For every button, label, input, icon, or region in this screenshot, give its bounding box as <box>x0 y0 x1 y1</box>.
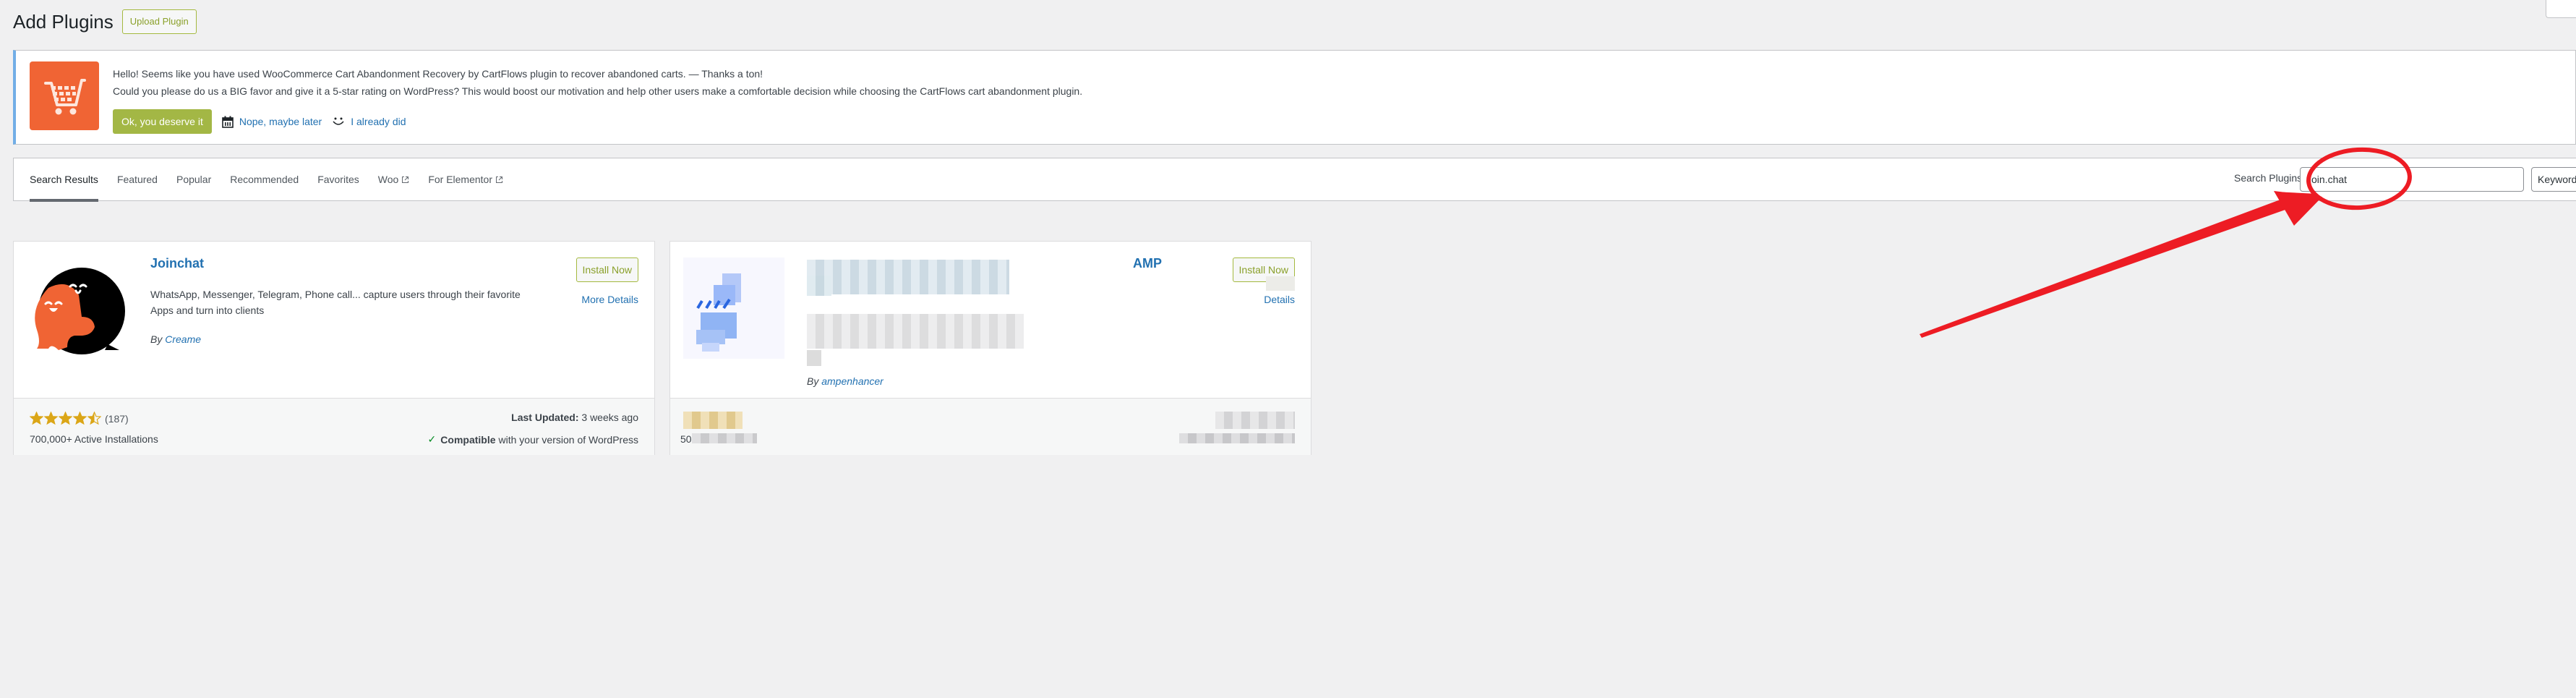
author-link[interactable]: Creame <box>165 333 201 345</box>
blurred-rating <box>683 412 743 429</box>
more-details-link[interactable]: More Details <box>581 294 638 305</box>
num-ratings[interactable]: (187) <box>105 413 129 425</box>
annotation-arrow <box>1920 192 2317 338</box>
already-did-label: I already did <box>351 116 406 127</box>
page-header: Add Plugins Upload Plugin <box>13 9 197 35</box>
blurred-name-fragment <box>807 276 831 296</box>
tab-label: Woo <box>377 174 399 185</box>
ok-deserve-it-button[interactable]: Ok, you deserve it <box>113 109 212 134</box>
plugin-description: WhatsApp, Messenger, Telegram, Phone cal… <box>150 289 521 316</box>
by-label: By <box>807 375 819 387</box>
star-full-icon <box>73 412 87 425</box>
checkmark-icon: ✓ <box>427 433 437 445</box>
calendar-icon <box>222 116 234 128</box>
plugin-filter-bar: Search Results Featured Popular Recommen… <box>13 158 2576 202</box>
last-updated-label: Last Updated: <box>511 412 579 423</box>
tab-for-elementor[interactable]: For Elementor <box>428 158 503 200</box>
blurred-plugin-name[interactable] <box>807 260 1009 294</box>
tab-label: For Elementor <box>428 174 493 185</box>
blurred-description <box>807 314 1024 349</box>
review-notice: Hello! Seems like you have used WooComme… <box>13 50 2576 145</box>
plugin-name-link[interactable]: Joinchat <box>150 256 204 271</box>
compatibility: ✓ Compatible with your version of WordPr… <box>428 433 638 446</box>
blurred-compat <box>1179 433 1295 443</box>
tab-search-results[interactable]: Search Results <box>30 158 98 202</box>
tab-popular[interactable]: Popular <box>176 158 211 200</box>
blurred-installs <box>692 433 757 443</box>
star-full-icon <box>44 412 58 425</box>
star-half-icon <box>87 412 101 425</box>
tab-label: Recommended <box>230 174 299 185</box>
tab-recommended[interactable]: Recommended <box>230 158 299 200</box>
external-link-icon <box>401 176 409 184</box>
filter-tabs: Search Results Featured Popular Recommen… <box>30 158 522 202</box>
tab-label: Featured <box>116 174 158 185</box>
installs-fragment: 50 <box>680 433 692 445</box>
plugin-card-bottom: 50 <box>670 398 1311 455</box>
tab-woo[interactable]: Woo <box>378 158 410 200</box>
author-link[interactable]: ampenhancer <box>821 375 883 387</box>
tab-favorites[interactable]: Favorites <box>317 158 359 200</box>
star-full-icon <box>59 412 72 425</box>
plugin-card-joinchat: Joinchat WhatsApp, Messenger, Telegram, … <box>13 241 655 455</box>
search-type-select[interactable]: Keyword <box>2531 167 2576 192</box>
stars <box>30 412 102 425</box>
screen-options-tab[interactable] <box>2546 0 2576 18</box>
more-details-link[interactable]: Details <box>1264 294 1295 305</box>
cartflows-logo <box>30 61 99 130</box>
by-label: By <box>150 333 163 345</box>
tab-label: Popular <box>176 174 212 185</box>
plugin-author: By ampenhancer <box>807 375 883 387</box>
maybe-later-link[interactable]: Nope, maybe later <box>222 116 322 128</box>
plugin-card-blurred: AMP By ampenhancer Install Now Details 5… <box>669 241 1311 455</box>
plugin-card-top: AMP By ampenhancer Install Now Details <box>670 242 1311 398</box>
star-full-icon <box>30 412 43 425</box>
last-updated-value: 3 weeks ago <box>581 412 638 423</box>
blurred-last-updated <box>1215 412 1295 429</box>
plugin-card-bottom: (187) 700,000+ Active Installations Last… <box>14 398 654 455</box>
compat-strong: Compatible <box>440 433 496 446</box>
compat-rest: with your version of WordPress <box>498 433 638 446</box>
plugin-icon-blurred[interactable] <box>683 258 784 359</box>
tab-label: Search Results <box>30 174 98 185</box>
notice-line-2: Could you please do us a BIG favor and g… <box>113 85 1083 97</box>
upload-plugin-button[interactable]: Upload Plugin <box>121 9 197 34</box>
install-now-button[interactable]: Install Now <box>575 258 638 282</box>
page-title: Add Plugins <box>13 11 114 33</box>
already-did-link[interactable]: I already did <box>332 116 406 127</box>
external-link-icon <box>495 176 503 184</box>
notice-actions: Ok, you deserve it Nope, maybe later I a… <box>113 109 406 134</box>
active-installs: 700,000+ Active Installations <box>30 433 158 445</box>
notice-line-1: Hello! Seems like you have used WooComme… <box>113 68 763 80</box>
plugin-card-top: Joinchat WhatsApp, Messenger, Telegram, … <box>14 242 654 398</box>
maybe-later-label: Nope, maybe later <box>239 116 322 127</box>
joinchat-logo[interactable] <box>27 258 128 359</box>
last-updated: Last Updated: 3 weeks ago <box>511 412 638 423</box>
search-plugins-input[interactable] <box>2300 167 2524 192</box>
shopping-cart-icon <box>44 78 86 114</box>
blurred-button-area <box>1266 276 1295 291</box>
plugin-author: By Creame <box>150 333 201 345</box>
search-plugins-label: Search Plugins <box>2234 172 2303 184</box>
tab-featured[interactable]: Featured <box>117 158 158 200</box>
plugin-name-fragment: AMP <box>1133 256 1162 271</box>
star-rating: (187) <box>30 412 129 425</box>
smiley-icon <box>332 116 345 127</box>
tab-label: Favorites <box>317 174 359 185</box>
notice-message: Hello! Seems like you have used WooComme… <box>113 65 1082 100</box>
blurred-description-end <box>807 350 821 366</box>
